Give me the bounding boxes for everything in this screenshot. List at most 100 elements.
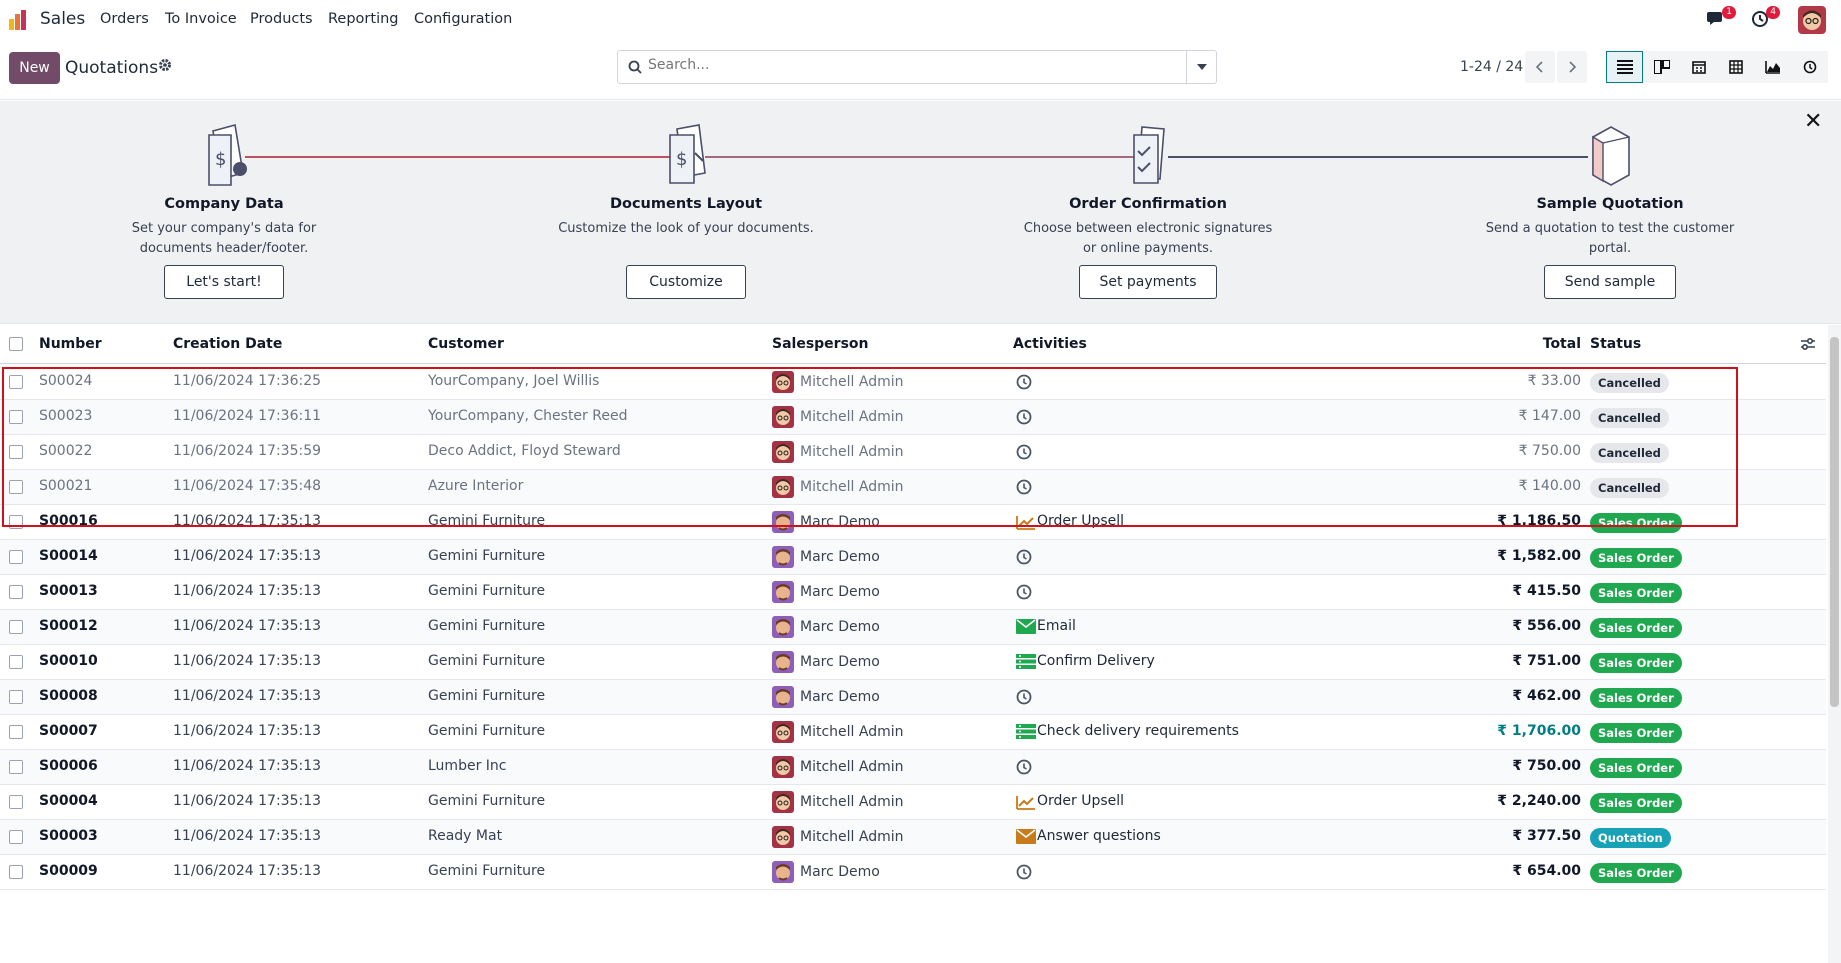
pager-value[interactable]: 1-24 / 24 bbox=[1460, 59, 1523, 75]
set-payments-button[interactable]: Set payments bbox=[1079, 265, 1217, 299]
menu-products[interactable]: Products bbox=[250, 11, 313, 27]
send-sample-button[interactable]: Send sample bbox=[1544, 265, 1676, 299]
table-row[interactable]: S00024 11/06/2024 17:36:25 YourCompany, … bbox=[0, 365, 1826, 400]
activity-button[interactable] bbox=[1016, 409, 1032, 429]
header-creation-date[interactable]: Creation Date bbox=[173, 336, 282, 352]
activity-button[interactable] bbox=[1016, 689, 1032, 709]
row-checkbox[interactable] bbox=[9, 410, 23, 424]
activity-button[interactable] bbox=[1016, 479, 1032, 499]
activity-summary[interactable]: Check delivery requirements bbox=[1037, 723, 1239, 739]
activity-button[interactable] bbox=[1016, 654, 1036, 673]
activity-button[interactable] bbox=[1016, 374, 1032, 394]
table-row[interactable]: S00004 11/06/2024 17:35:13 Gemini Furnit… bbox=[0, 785, 1826, 820]
activity-button[interactable] bbox=[1016, 619, 1036, 638]
header-number[interactable]: Number bbox=[39, 336, 102, 352]
vertical-scrollbar[interactable] bbox=[1828, 325, 1841, 963]
row-checkbox[interactable] bbox=[9, 725, 23, 739]
search-options-toggle[interactable] bbox=[1186, 51, 1216, 83]
user-avatar[interactable] bbox=[1798, 6, 1826, 34]
row-checkbox[interactable] bbox=[9, 375, 23, 389]
header-customer[interactable]: Customer bbox=[428, 336, 504, 352]
table-row[interactable]: S00012 11/06/2024 17:35:13 Gemini Furnit… bbox=[0, 610, 1826, 645]
header-status[interactable]: Status bbox=[1590, 336, 1641, 352]
row-checkbox[interactable] bbox=[9, 585, 23, 599]
activity-summary[interactable]: Order Upsell bbox=[1037, 793, 1124, 809]
column-settings-icon[interactable] bbox=[1800, 337, 1816, 351]
activity-button[interactable] bbox=[1016, 514, 1036, 534]
new-button[interactable]: New bbox=[9, 52, 60, 84]
order-number: S00012 bbox=[39, 618, 98, 634]
activity-summary[interactable]: Email bbox=[1037, 618, 1076, 634]
order-total: ₹ 750.00 bbox=[1512, 758, 1581, 774]
pager-previous-button[interactable] bbox=[1525, 51, 1555, 83]
activities-button[interactable]: 4 bbox=[1750, 6, 1780, 30]
table-row[interactable]: S00021 11/06/2024 17:35:48 Azure Interio… bbox=[0, 470, 1826, 505]
row-checkbox[interactable] bbox=[9, 550, 23, 564]
creation-date: 11/06/2024 17:35:13 bbox=[173, 688, 322, 704]
menu-to-invoice[interactable]: To Invoice bbox=[165, 11, 237, 27]
header-total[interactable]: Total bbox=[1543, 336, 1581, 352]
customize-button[interactable]: Customize bbox=[626, 265, 746, 299]
page-title[interactable]: Quotations bbox=[65, 58, 158, 78]
kanban-view-button[interactable] bbox=[1643, 51, 1680, 83]
activity-button[interactable] bbox=[1016, 724, 1036, 743]
gear-icon[interactable] bbox=[158, 58, 172, 72]
table-row[interactable]: S00013 11/06/2024 17:35:13 Gemini Furnit… bbox=[0, 575, 1826, 610]
select-all-checkbox[interactable] bbox=[9, 337, 23, 351]
scrollbar-thumb[interactable] bbox=[1830, 337, 1839, 707]
messages-button[interactable]: 1 bbox=[1706, 6, 1736, 30]
activity-button[interactable] bbox=[1016, 444, 1032, 464]
app-name[interactable]: Sales bbox=[40, 9, 85, 29]
header-salesperson[interactable]: Salesperson bbox=[772, 336, 869, 352]
activity-button[interactable] bbox=[1016, 549, 1032, 569]
pager-next-button[interactable] bbox=[1557, 51, 1587, 83]
table-row[interactable]: S00022 11/06/2024 17:35:59 Deco Addict, … bbox=[0, 435, 1826, 470]
row-checkbox[interactable] bbox=[9, 690, 23, 704]
lets-start-button[interactable]: Let's start! bbox=[164, 265, 284, 299]
activity-button[interactable] bbox=[1016, 829, 1036, 848]
activity-summary[interactable]: Answer questions bbox=[1037, 828, 1161, 844]
salesperson-avatar bbox=[772, 616, 794, 638]
status-badge: Sales Order bbox=[1590, 513, 1682, 533]
menu-orders[interactable]: Orders bbox=[100, 11, 149, 27]
table-row[interactable]: S00023 11/06/2024 17:36:11 YourCompany, … bbox=[0, 400, 1826, 435]
sales-app-icon[interactable] bbox=[8, 9, 30, 31]
table-row[interactable]: S00003 11/06/2024 17:35:13 Ready Mat Mit… bbox=[0, 820, 1826, 855]
header-activities[interactable]: Activities bbox=[1013, 336, 1087, 352]
graph-view-button[interactable] bbox=[1754, 51, 1791, 83]
search-input[interactable] bbox=[648, 57, 1198, 73]
table-row[interactable]: S00010 11/06/2024 17:35:13 Gemini Furnit… bbox=[0, 645, 1826, 680]
close-icon[interactable]: ✕ bbox=[1804, 109, 1822, 134]
row-checkbox[interactable] bbox=[9, 655, 23, 669]
table-row[interactable]: S00016 11/06/2024 17:35:13 Gemini Furnit… bbox=[0, 505, 1826, 540]
table-row[interactable]: S00006 11/06/2024 17:35:13 Lumber Inc Mi… bbox=[0, 750, 1826, 785]
activity-summary[interactable]: Confirm Delivery bbox=[1037, 653, 1155, 669]
row-checkbox[interactable] bbox=[9, 795, 23, 809]
status-badge: Cancelled bbox=[1590, 408, 1669, 428]
menu-reporting[interactable]: Reporting bbox=[328, 11, 399, 27]
activity-button[interactable] bbox=[1016, 864, 1032, 884]
activity-button[interactable] bbox=[1016, 584, 1032, 604]
table-row[interactable]: S00009 11/06/2024 17:35:13 Gemini Furnit… bbox=[0, 855, 1826, 890]
list-view-button[interactable] bbox=[1606, 51, 1643, 83]
row-checkbox[interactable] bbox=[9, 480, 23, 494]
order-total: ₹ 2,240.00 bbox=[1497, 793, 1581, 809]
table-row[interactable]: S00007 11/06/2024 17:35:13 Gemini Furnit… bbox=[0, 715, 1826, 750]
table-row[interactable]: S00008 11/06/2024 17:35:13 Gemini Furnit… bbox=[0, 680, 1826, 715]
row-checkbox[interactable] bbox=[9, 830, 23, 844]
row-checkbox[interactable] bbox=[9, 515, 23, 529]
activity-button[interactable] bbox=[1016, 759, 1032, 779]
row-checkbox[interactable] bbox=[9, 620, 23, 634]
row-checkbox[interactable] bbox=[9, 865, 23, 879]
progress-line-3 bbox=[1168, 156, 1588, 158]
menu-configuration[interactable]: Configuration bbox=[414, 11, 512, 27]
activity-summary[interactable]: Order Upsell bbox=[1037, 513, 1124, 529]
row-checkbox[interactable] bbox=[9, 760, 23, 774]
activity-view-button[interactable] bbox=[1791, 51, 1828, 83]
customer-name: Gemini Furniture bbox=[428, 723, 546, 739]
activity-button[interactable] bbox=[1016, 794, 1036, 814]
row-checkbox[interactable] bbox=[9, 445, 23, 459]
pivot-view-button[interactable] bbox=[1717, 51, 1754, 83]
calendar-view-button[interactable] bbox=[1680, 51, 1717, 83]
table-row[interactable]: S00014 11/06/2024 17:35:13 Gemini Furnit… bbox=[0, 540, 1826, 575]
